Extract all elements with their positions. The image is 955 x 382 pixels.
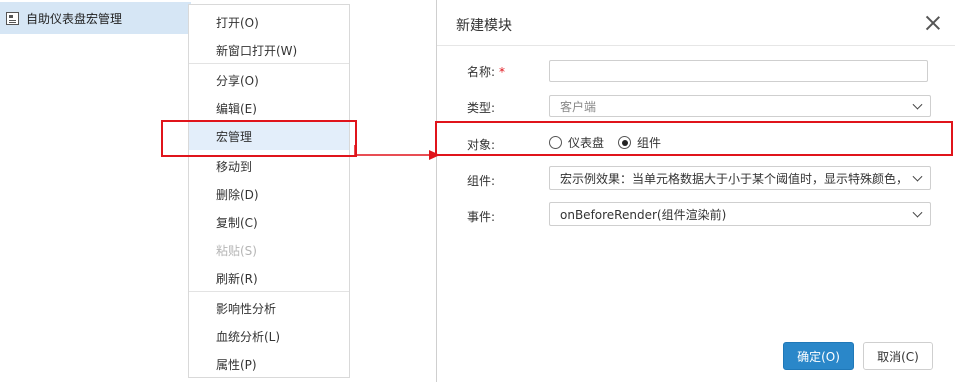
menu-item-delete[interactable]: 删除(D): [189, 180, 349, 208]
menu-item-edit[interactable]: 编辑(E): [189, 94, 349, 122]
chevron-down-icon: [912, 99, 923, 110]
event-select-value: onBeforeRender(组件渲染前): [560, 207, 727, 222]
cancel-button[interactable]: 取消(C): [863, 342, 933, 370]
menu-item-copy[interactable]: 复制(C): [189, 208, 349, 236]
dialog-header-divider: [437, 45, 955, 46]
component-select-value: 宏示例效果：当单元格数据大于小于某个阈值时，显示特殊颜色，: [560, 171, 909, 186]
type-select[interactable]: 客户端: [549, 95, 931, 117]
highlight-box-menu: [161, 120, 357, 157]
name-label: 名称: *: [467, 63, 505, 80]
chevron-down-icon: [912, 207, 923, 218]
context-menu: 打开(O) 新窗口打开(W) 分享(O) 编辑(E) 宏管理 移动到 删除(D)…: [188, 4, 350, 378]
dialog-left-border: [436, 0, 437, 382]
name-input[interactable]: [549, 60, 928, 82]
event-label: 事件:: [467, 210, 496, 224]
type-label: 类型:: [467, 101, 496, 115]
type-select-value: 客户端: [560, 99, 597, 114]
highlight-box-dialog: [435, 121, 953, 156]
ok-button[interactable]: 确定(O): [783, 342, 854, 370]
annotation-arrow-icon: [354, 145, 440, 160]
menu-item-open-new-window[interactable]: 新窗口打开(W): [189, 36, 349, 64]
menu-item-paste: 粘贴(S): [216, 243, 257, 258]
menu-separator: [189, 63, 349, 64]
event-select[interactable]: onBeforeRender(组件渲染前): [549, 202, 931, 226]
tree-item-label: 自助仪表盘宏管理: [26, 11, 123, 26]
dashboard-file-icon: [6, 11, 19, 25]
menu-item-properties[interactable]: 属性(P): [189, 350, 349, 378]
required-asterisk: *: [499, 65, 506, 79]
close-icon[interactable]: [923, 13, 943, 33]
chevron-down-icon: [912, 171, 923, 182]
menu-item-share[interactable]: 分享(O): [189, 66, 349, 94]
component-label: 组件:: [467, 174, 496, 188]
menu-item-open[interactable]: 打开(O): [189, 8, 349, 36]
menu-separator: [189, 291, 349, 292]
dialog-title: 新建模块: [456, 18, 512, 34]
menu-item-lineage-analysis[interactable]: 血统分析(L): [189, 322, 349, 350]
component-select[interactable]: 宏示例效果：当单元格数据大于小于某个阈值时，显示特殊颜色，: [549, 166, 931, 190]
menu-item-refresh[interactable]: 刷新(R): [189, 264, 349, 292]
tree-item-dashboard-macro[interactable]: 自助仪表盘宏管理: [0, 2, 191, 34]
menu-item-impact-analysis[interactable]: 影响性分析: [189, 294, 349, 322]
name-label-text: 名称:: [467, 65, 496, 79]
